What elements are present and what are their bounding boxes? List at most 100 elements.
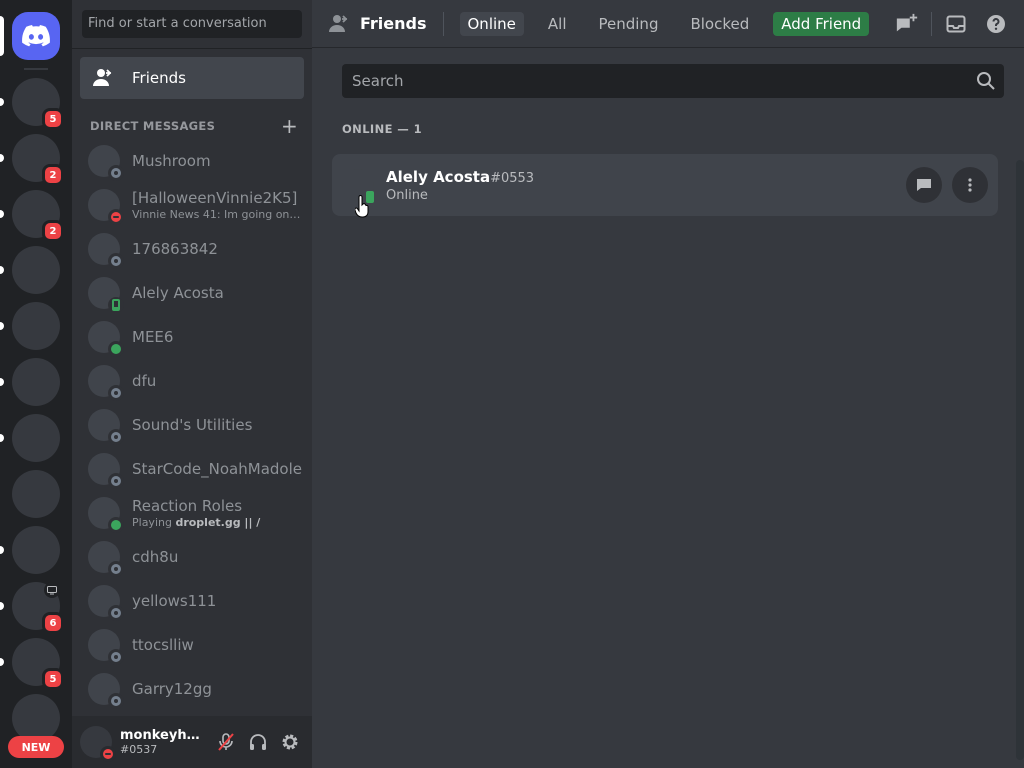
settings-gear-icon[interactable] [274, 726, 306, 758]
find-conversation-button[interactable]: Find or start a conversation [82, 10, 302, 38]
friends-label: Friends [132, 69, 186, 87]
unread-indicator [0, 210, 4, 218]
friends-main: Friends Online All Pending Blocked Add F… [312, 0, 1024, 768]
friend-info: Alely Acosta#0553 Online [386, 167, 534, 203]
toolbar-divider [931, 12, 932, 36]
header-divider [442, 11, 444, 36]
message-icon[interactable] [906, 167, 942, 203]
dm-name: Garry12gg [132, 680, 212, 698]
new-group-dm-icon[interactable] [895, 12, 919, 36]
dm-item[interactable]: Garry12gg [80, 668, 304, 710]
tab-pending[interactable]: Pending [591, 12, 667, 36]
create-dm-plus-icon[interactable]: + [281, 116, 298, 136]
page-title: Friends [360, 14, 427, 33]
dm-name: dfu [132, 372, 157, 390]
user-panel: monkeyhal... #0537 [72, 716, 312, 768]
server-icon[interactable] [12, 246, 60, 294]
discord-logo-icon [22, 25, 50, 47]
dm-item[interactable]: 176863842 [80, 228, 304, 270]
dm-item[interactable]: Sound's Utilities [80, 404, 304, 446]
dm-item[interactable]: dfu [80, 360, 304, 402]
dm-item[interactable]: Reaction Roles Playing droplet.gg || / [80, 492, 304, 534]
search-placeholder: Search [352, 72, 404, 90]
dm-item[interactable]: MEE6 [80, 316, 304, 358]
server-icon[interactable] [12, 302, 60, 350]
dm-name: MEE6 [132, 328, 174, 346]
unread-indicator [0, 322, 4, 330]
dm-item[interactable]: ttocslliw [80, 624, 304, 666]
unread-indicator [0, 434, 4, 442]
friend-tag: #0553 [490, 171, 535, 186]
avatar [88, 673, 124, 709]
status-offline-icon [108, 649, 124, 665]
status-dnd-icon [100, 746, 116, 762]
avatar [88, 321, 124, 357]
desktop-icon [44, 582, 60, 598]
dm-name: StarCode_NoahMadole [132, 460, 302, 478]
friends-search-input[interactable]: Search [342, 64, 1004, 98]
dm-sidebar: Find or start a conversation Friends DIR… [72, 0, 312, 768]
headphones-icon[interactable] [242, 726, 274, 758]
unread-indicator [0, 98, 4, 106]
tab-blocked[interactable]: Blocked [682, 12, 757, 36]
server-icon[interactable] [12, 358, 60, 406]
dm-item[interactable]: yellows111 [80, 580, 304, 622]
dm-header: DIRECT MESSAGES + [90, 116, 298, 136]
dm-item[interactable]: StarCode_NoahMadole [80, 448, 304, 490]
home-button[interactable] [12, 12, 60, 60]
avatar [88, 497, 124, 533]
status-online-icon [108, 517, 124, 533]
dm-name: Alely Acosta [132, 284, 224, 302]
dm-item[interactable]: Mushroom [80, 140, 304, 182]
mention-badge: 5 [42, 108, 64, 130]
unread-indicator [0, 154, 4, 162]
discord-app: 5 2 2 6 5 NEW Find or start a conversati… [0, 0, 1024, 768]
avatar [88, 629, 124, 665]
dm-name: Reaction Roles [132, 497, 243, 515]
status-offline-icon [108, 253, 124, 269]
user-info[interactable]: monkeyhal... #0537 [120, 728, 210, 756]
activity-name: droplet.gg || / [175, 516, 261, 529]
friend-name: Alely Acosta [386, 168, 491, 186]
dm-item[interactable]: cdh8u [80, 536, 304, 578]
server-icon[interactable] [12, 694, 60, 742]
server-icon[interactable] [12, 414, 60, 462]
mention-badge: 6 [42, 612, 64, 634]
activity-prefix: Playing [132, 516, 176, 529]
dm-name: [HalloweenVinnie2K5] [132, 189, 298, 207]
more-options-icon[interactable] [952, 167, 988, 203]
dm-name: Sound's Utilities [132, 416, 253, 434]
server-icon[interactable] [12, 470, 60, 518]
avatar [88, 453, 124, 489]
help-icon[interactable] [984, 12, 1008, 36]
dm-item[interactable]: [HalloweenVinnie2K5] Vinnie News 41: Im g… [80, 184, 304, 226]
friends-icon [329, 14, 348, 32]
dm-name: Mushroom [132, 152, 211, 170]
user-tag: #0537 [120, 743, 158, 756]
status-offline-icon [108, 429, 124, 445]
dm-subtext: Playing droplet.gg || / [132, 516, 302, 529]
add-friend-button[interactable]: Add Friend [773, 11, 870, 36]
new-badge[interactable]: NEW [8, 736, 64, 758]
avatar [88, 365, 124, 401]
tab-online[interactable]: Online [459, 11, 524, 36]
divider [72, 48, 312, 49]
home-indicator [0, 16, 4, 56]
unread-indicator [0, 658, 4, 666]
server-separator [24, 68, 48, 70]
user-avatar[interactable] [80, 726, 116, 762]
dm-item[interactable]: Alely Acosta [80, 272, 304, 314]
friends-nav-item[interactable]: Friends [80, 57, 304, 99]
inbox-icon[interactable] [944, 12, 968, 36]
hand-cursor-icon [354, 195, 369, 223]
avatar [88, 189, 124, 225]
avatar [88, 541, 124, 577]
avatar [88, 233, 124, 269]
tab-all[interactable]: All [540, 12, 575, 36]
server-icon[interactable] [12, 526, 60, 574]
mention-badge: 2 [42, 164, 64, 186]
status-offline-icon [108, 693, 124, 709]
friend-row[interactable]: Alely Acosta#0553 Online [332, 154, 998, 216]
mute-mic-icon[interactable] [210, 726, 242, 758]
scrollbar-track[interactable] [1016, 160, 1024, 760]
